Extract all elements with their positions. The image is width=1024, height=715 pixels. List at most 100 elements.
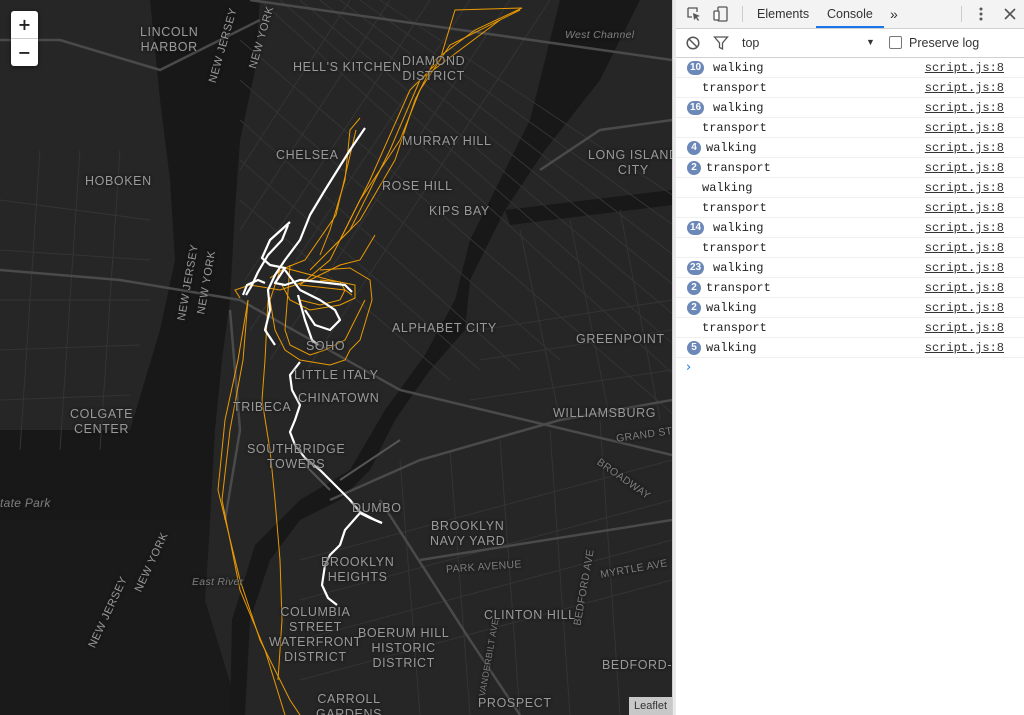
console-message-text: transport	[702, 241, 767, 255]
repeat-count-badge: 2	[687, 161, 701, 175]
kebab-menu-icon[interactable]	[973, 6, 989, 22]
map-label-west-channel: West Channel	[565, 29, 635, 41]
map-label-bedford-s: BEDFORD-S	[602, 658, 672, 672]
console-message-text: walking	[713, 61, 764, 75]
console-message-row: walking script.js:8	[676, 178, 1024, 198]
prompt-chevron-icon: ›	[686, 360, 692, 375]
device-toolbar-icon[interactable]	[713, 6, 729, 22]
source-link[interactable]: script.js:8	[925, 341, 1004, 355]
map-label-diamond-district: DIAMOND DISTRICT	[402, 54, 466, 83]
map-label-colgate-center: COLGATE CENTER	[70, 407, 134, 436]
clear-console-icon[interactable]	[685, 35, 701, 51]
preserve-log-checkbox[interactable]: Preserve log	[889, 36, 979, 50]
source-link[interactable]: script.js:8	[925, 81, 1004, 95]
repeat-count-badge: 10	[687, 61, 705, 75]
map-view[interactable]: LINCOLN HARBOR HELL'S KITCHEN DIAMOND DI…	[0, 0, 672, 715]
source-link[interactable]: script.js:8	[925, 121, 1004, 135]
map-label-long-island-city: LONG ISLAND CITY	[588, 148, 672, 177]
repeat-count-badge: 5	[687, 341, 701, 355]
map-label-rose-hill: ROSE HILL	[382, 179, 453, 193]
console-message-text: transport	[706, 281, 771, 295]
source-link[interactable]: script.js:8	[925, 261, 1004, 275]
source-link[interactable]: script.js:8	[925, 221, 1004, 235]
repeat-count-badge: 14	[687, 221, 705, 235]
console-message-row: 23 walking script.js:8	[676, 258, 1024, 278]
console-message-text: transport	[702, 321, 767, 335]
map-label-brooklyn-heights: BROOKLYN HEIGHTS	[321, 555, 395, 584]
repeat-count-badge: 23	[687, 261, 705, 275]
toolbar-divider	[742, 6, 743, 22]
map-label-chelsea: CHELSEA	[276, 148, 339, 162]
repeat-count-badge: 2	[687, 281, 701, 295]
source-link[interactable]: script.js:8	[925, 61, 1004, 75]
console-message-row: 2 transport script.js:8	[676, 278, 1024, 298]
console-message-row: 14 walking script.js:8	[676, 218, 1024, 238]
repeat-count-badge: 4	[687, 141, 701, 155]
console-message-text: transport	[706, 161, 771, 175]
map-label-hoboken: HOBOKEN	[85, 174, 152, 188]
map-label-williamsburg: WILLIAMSBURG	[553, 406, 657, 420]
console-message-text: transport	[702, 201, 767, 215]
zoom-out-button[interactable]: −	[11, 38, 38, 66]
source-link[interactable]: script.js:8	[925, 161, 1004, 175]
map-label-state-park: tate Park	[0, 496, 51, 510]
filter-icon[interactable]	[713, 35, 729, 51]
map-label-dumbo: DUMBO	[352, 501, 402, 515]
map-label-prospect: PROSPECT	[478, 696, 552, 710]
chevron-down-icon[interactable]: ▼	[866, 37, 875, 47]
console-message-row: transport script.js:8	[676, 318, 1024, 338]
map-label-alphabet-city: ALPHABET CITY	[392, 321, 497, 335]
map-label-carroll-gardens: CARROLL GARDENS	[316, 692, 383, 715]
tab-elements[interactable]: Elements	[757, 0, 809, 28]
source-link[interactable]: script.js:8	[925, 241, 1004, 255]
source-link[interactable]: script.js:8	[925, 141, 1004, 155]
map-label-boerum-hill: BOERUM HILL HISTORIC DISTRICT	[358, 626, 450, 670]
console-message-text: transport	[702, 121, 767, 135]
map-label-east-river: East River	[192, 576, 244, 588]
map-label-soho: SOHO	[306, 339, 346, 353]
zoom-in-button[interactable]: +	[11, 11, 38, 38]
devtools-panel: Elements Console » top ▼ Preserve log 10…	[676, 0, 1024, 715]
map-label-brooklyn-navy-yard: BROOKLYN NAVY YARD	[430, 519, 506, 548]
checkbox-icon[interactable]	[889, 36, 902, 49]
source-link[interactable]: script.js:8	[925, 301, 1004, 315]
toolbar-divider	[961, 6, 962, 22]
console-message-row: 10 walking script.js:8	[676, 58, 1024, 78]
source-link[interactable]: script.js:8	[925, 101, 1004, 115]
more-tabs-button[interactable]: »	[890, 0, 898, 28]
console-message-text: walking	[706, 301, 757, 315]
devtools-tabbar: Elements Console »	[676, 0, 1024, 29]
console-message-row: transport script.js:8	[676, 118, 1024, 138]
source-link[interactable]: script.js:8	[925, 281, 1004, 295]
repeat-count-badge: 16	[687, 101, 705, 115]
source-link[interactable]: script.js:8	[925, 201, 1004, 215]
context-selector[interactable]: top	[742, 36, 759, 50]
zoom-control: + −	[11, 11, 38, 66]
console-message-text: walking	[713, 261, 764, 275]
preserve-log-label: Preserve log	[909, 36, 980, 50]
map-attribution-link[interactable]: Leaflet	[628, 697, 672, 715]
tab-console[interactable]: Console	[816, 0, 884, 28]
map-label-chinatown: CHINATOWN	[298, 391, 380, 405]
console-message-text: walking	[713, 221, 764, 235]
console-message-row: 5 walking script.js:8	[676, 338, 1024, 358]
map-label-murray-hill: MURRAY HILL	[402, 134, 492, 148]
console-message-row: 2 transport script.js:8	[676, 158, 1024, 178]
map-label-kips-bay: KIPS BAY	[429, 204, 490, 218]
console-input[interactable]: ›	[676, 358, 1024, 380]
console-message-text: transport	[702, 81, 767, 95]
console-message-row: transport script.js:8	[676, 238, 1024, 258]
console-message-row: 4 walking script.js:8	[676, 138, 1024, 158]
map-label-hells-kitchen: HELL'S KITCHEN	[293, 60, 402, 74]
map-label-columbia-street: COLUMBIA STREET WATERFRONT DISTRICT	[269, 605, 362, 664]
repeat-count-badge: 2	[687, 301, 701, 315]
console-message-text: walking	[702, 181, 753, 195]
map-label-greenpoint: GREENPOINT	[576, 332, 665, 346]
console-message-row: transport script.js:8	[676, 198, 1024, 218]
source-link[interactable]: script.js:8	[925, 181, 1004, 195]
inspect-element-icon[interactable]	[686, 6, 702, 22]
console-message-row: 2 walking script.js:8	[676, 298, 1024, 318]
console-message-text: walking	[706, 341, 757, 355]
source-link[interactable]: script.js:8	[925, 321, 1004, 335]
close-icon[interactable]	[1002, 6, 1018, 22]
